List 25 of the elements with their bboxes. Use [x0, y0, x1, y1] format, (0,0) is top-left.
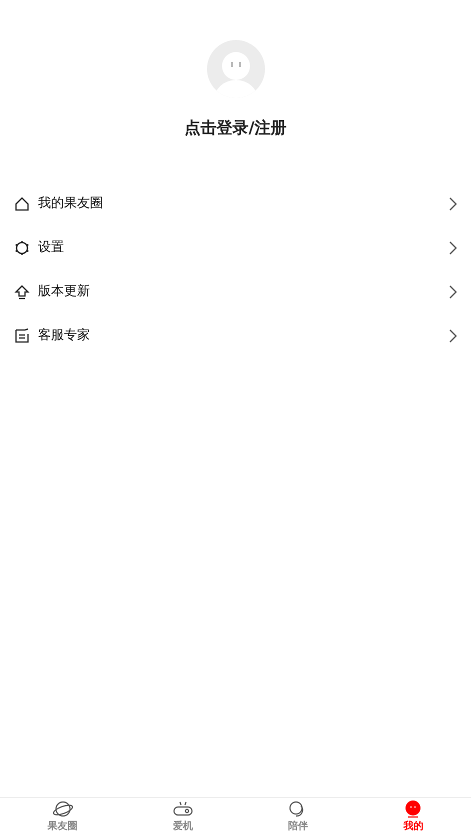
menu-label: 设置: [38, 239, 65, 258]
face-icon: [403, 800, 424, 818]
device-icon: [172, 800, 193, 818]
menu-item[interactable]: 我的果友圈: [0, 182, 471, 226]
menu-label: 版本更新: [38, 283, 91, 302]
chevron-right-icon: [449, 285, 457, 299]
home-icon: [14, 196, 30, 212]
avatar-icon[interactable]: [206, 40, 264, 98]
login-link[interactable]: 点击登录/注册: [184, 116, 286, 140]
chevron-right-icon: [449, 329, 457, 343]
tab[interactable]: 果友圈: [0, 798, 126, 836]
document-icon: [14, 328, 30, 344]
menu-label: 我的果友圈: [38, 195, 104, 214]
settings-icon: [14, 240, 30, 256]
menu-item[interactable]: 设置: [0, 226, 471, 270]
menu-item[interactable]: 客服专家: [0, 314, 471, 358]
tab[interactable]: 我的: [356, 798, 471, 836]
planet-icon: [52, 800, 73, 818]
menu-label: 客服专家: [38, 327, 91, 346]
chevron-right-icon: [449, 197, 457, 211]
arrow-up-icon: [14, 284, 30, 300]
menu-item[interactable]: 版本更新: [0, 270, 471, 314]
tab[interactable]: 爱机: [125, 798, 240, 836]
chevron-right-icon: [449, 241, 457, 255]
tab[interactable]: 陪伴: [240, 798, 356, 836]
